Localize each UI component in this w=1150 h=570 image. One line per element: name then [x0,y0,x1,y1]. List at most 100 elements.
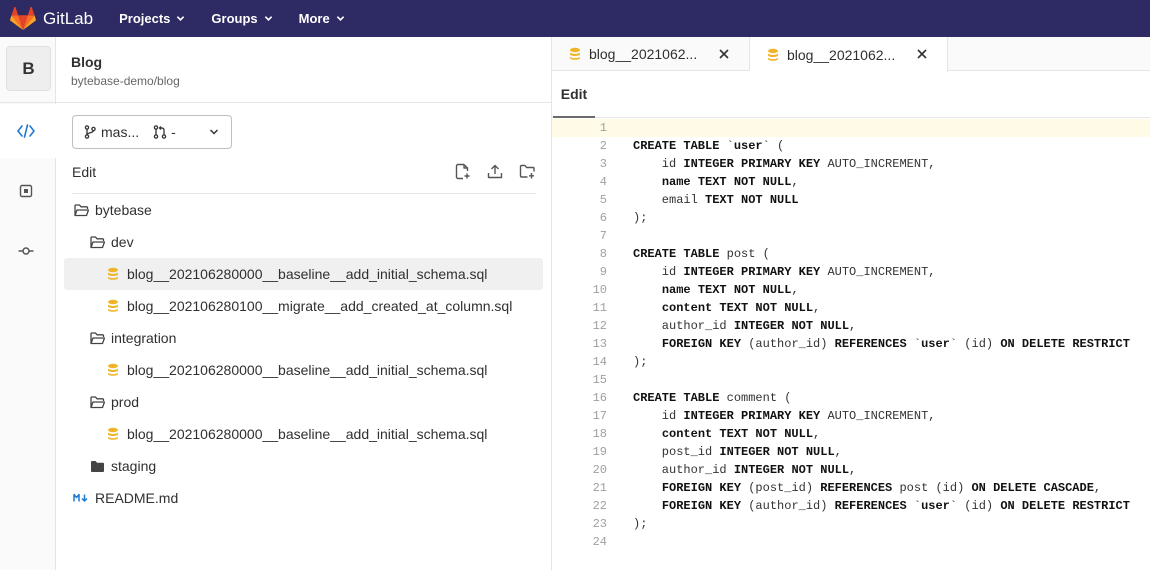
tree-folder-staging[interactable]: staging [64,450,543,482]
chevron-down-icon [264,16,272,21]
code-line: 4 name TEXT NOT NULL, [552,173,1150,191]
line-number: 2 [599,139,607,153]
tree-item-label: staging [111,458,157,474]
line-number: 13 [592,337,607,351]
panel-divider [56,102,551,103]
tree-header-label: Edit [72,164,97,180]
database-icon [105,362,121,378]
line-content: CREATE TABLE `user` ( [633,139,785,153]
new-directory-button[interactable] [519,163,536,183]
code-line: 13 FOREIGN KEY (author_id) REFERENCES `u… [552,335,1150,353]
markdown-icon [73,490,89,506]
new-file-button[interactable] [455,163,471,183]
line-number: 3 [599,157,607,171]
gitlab-logo-icon [10,6,36,30]
code-line: 2 CREATE TABLE `user` ( [552,137,1150,155]
tree-item-label: blog__202106280000__baseline__add_initia… [127,362,488,378]
code-line: 24 [552,533,1150,551]
line-content: name TEXT NOT NULL, [661,283,799,297]
code-line: 12 author_id INTEGER NOT NULL, [552,317,1150,335]
code-line: 1 [552,119,1150,137]
nav-projects[interactable]: Projects [119,11,185,26]
nav-groups[interactable]: Groups [211,11,272,26]
line-number: 23 [592,517,607,531]
folder-open-icon [89,394,105,410]
commit-mode-button[interactable] [16,241,36,261]
folder-open-icon [89,234,105,250]
code-line: 20 author_id INTEGER NOT NULL, [552,461,1150,479]
line-content: FOREIGN KEY (author_id) REFERENCES `user… [661,499,1130,513]
editor-panel: blog__2021062... blog__2021062... Edit 1… [551,37,1150,570]
code-line: 14); [552,353,1150,371]
nav-more-label: More [298,11,330,26]
close-icon[interactable] [718,48,730,60]
branch-selector[interactable]: mas... - [72,115,232,149]
database-icon [105,298,121,314]
tree-folder-integration[interactable]: integration [64,322,543,354]
line-content: ); [633,211,648,225]
line-content: id INTEGER PRIMARY KEY AUTO_INCREMENT, [633,157,936,171]
line-content: FOREIGN KEY (post_id) REFERENCES post (i… [661,481,1102,495]
tree-file-dev-migrate[interactable]: blog__202106280100__migrate__add_created… [64,290,543,322]
close-icon[interactable] [916,48,928,60]
tree-item-label: README.md [95,490,179,506]
tree-item-label: integration [111,330,177,346]
code-editor[interactable]: 1 2 CREATE TABLE `user` ( 3 id INTEGER PR… [552,119,1150,570]
code-line: 11 content TEXT NOT NULL, [552,299,1150,317]
line-number: 16 [592,391,607,405]
line-number: 15 [592,373,607,387]
code-line: 19 post_id INTEGER NOT NULL, [552,443,1150,461]
tree-item-label: bytebase [95,202,152,218]
code-line: 8 CREATE TABLE post ( [552,245,1150,263]
line-number: 6 [599,211,607,225]
line-number: 22 [592,499,607,513]
tree-folder-dev[interactable]: dev [64,226,543,258]
line-content: id INTEGER PRIMARY KEY AUTO_INCREMENT, [633,265,936,279]
line-number: 19 [592,445,607,459]
nav-more[interactable]: More [299,11,345,26]
tree-file-dev-baseline[interactable]: blog__202106280000__baseline__add_initia… [64,258,543,290]
line-content: content TEXT NOT NULL, [661,301,821,315]
database-icon [105,266,121,282]
project-avatar[interactable]: B [6,46,51,91]
tree-item-label: blog__202106280100__migrate__add_created… [127,298,513,314]
chevron-down-icon [336,16,344,21]
line-content: ); [633,517,648,531]
project-name[interactable]: Blog [71,54,102,70]
tree-item-label: dev [111,234,134,250]
editor-tab-active[interactable]: blog__2021062... [750,37,948,72]
new-file-icon [455,163,470,180]
branch-icon [84,125,96,139]
upload-file-button[interactable] [487,163,503,183]
line-number: 12 [592,319,607,333]
code-icon [17,124,35,138]
edit-mode-button[interactable] [16,121,36,141]
editor-tab[interactable]: blog__2021062... [552,37,750,71]
line-number: 9 [599,265,607,279]
gitlab-brand[interactable]: GitLab [10,6,93,31]
editor-tabs: blog__2021062... blog__2021062... [552,37,1150,72]
code-line: 23); [552,515,1150,533]
chevron-down-icon [209,129,219,135]
project-avatar-letter: B [22,58,35,78]
database-icon [768,48,778,61]
review-mode-button[interactable] [16,181,36,201]
code-line: 22 FOREIGN KEY (author_id) REFERENCES `u… [552,497,1150,515]
tree-folder-bytebase[interactable]: bytebase [64,194,543,226]
project-path[interactable]: bytebase-demo/blog [71,74,180,88]
line-content: author_id INTEGER NOT NULL, [633,319,857,333]
editor-mode-bar: Edit [552,71,1150,118]
tree-file-prod-baseline[interactable]: blog__202106280000__baseline__add_initia… [64,418,543,450]
editor-tab-label: blog__2021062... [787,46,896,63]
edit-mode-tab[interactable]: Edit [553,71,595,118]
tree-file-readme[interactable]: README.md [64,482,543,514]
line-number: 17 [592,409,607,423]
tree-item-label: prod [111,394,140,410]
code-line: 17 id INTEGER PRIMARY KEY AUTO_INCREMENT… [552,407,1150,425]
tree-file-integration-baseline[interactable]: blog__202106280000__baseline__add_initia… [64,354,543,386]
line-content: id INTEGER PRIMARY KEY AUTO_INCREMENT, [633,409,936,423]
activity-rail: B [0,37,56,570]
tree-folder-prod[interactable]: prod [64,386,543,418]
chevron-down-icon [177,16,185,21]
database-icon [105,426,121,442]
